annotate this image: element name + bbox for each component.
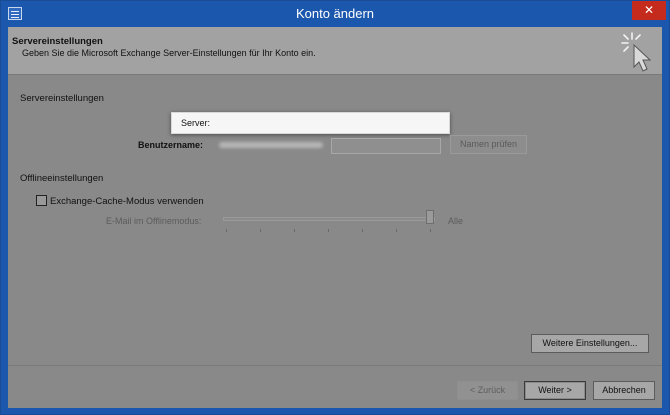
wizard-cursor-sparkle-icon: [621, 32, 652, 72]
slider-tick: [396, 229, 397, 232]
more-settings-button[interactable]: Weitere Einstellungen...: [531, 334, 649, 353]
slider-tick: [260, 229, 261, 232]
window-title: Konto ändern: [295, 6, 375, 21]
slider-thumb[interactable]: [426, 210, 434, 224]
check-names-button[interactable]: Namen prüfen: [450, 135, 527, 154]
close-button[interactable]: ✕: [632, 1, 666, 20]
slider-tick: [294, 229, 295, 232]
server-label: Server:: [181, 118, 211, 128]
title-bar[interactable]: Konto ändern ✕: [1, 1, 669, 27]
header-title: Servereinstellungen: [12, 36, 103, 47]
next-button[interactable]: Weiter >: [524, 381, 586, 400]
dialog-window: Konto ändern ✕ Servereinstellungen Geben…: [0, 0, 670, 415]
wizard-header: Servereinstellungen Geben Sie die Micros…: [8, 27, 662, 75]
username-label: Benutzername:: [138, 140, 204, 150]
slider-tick: [362, 229, 363, 232]
back-button[interactable]: < Zurück: [457, 381, 518, 400]
slider-tick: [430, 229, 431, 232]
cancel-button[interactable]: Abbrechen: [593, 381, 655, 400]
footer-divider: [8, 365, 662, 366]
offline-settings-heading: Offlineeinstellungen: [20, 173, 104, 184]
server-field-popup[interactable]: Server:: [171, 112, 450, 134]
cache-mode-label[interactable]: Exchange-Cache-Modus verwenden: [50, 196, 204, 207]
username-input[interactable]: [331, 138, 441, 154]
offline-mail-slider[interactable]: [223, 217, 435, 221]
header-subtitle: Geben Sie die Microsoft Exchange Server-…: [22, 48, 316, 58]
dialog-client-area: Servereinstellungen Geben Sie die Micros…: [8, 27, 662, 408]
slider-tick: [328, 229, 329, 232]
offline-mail-label: E-Mail im Offlinemodus:: [106, 216, 202, 226]
slider-value-label: Alle: [448, 216, 464, 226]
slider-tick: [226, 229, 227, 232]
redacted-username: [219, 142, 323, 148]
server-settings-heading: Servereinstellungen: [20, 93, 104, 104]
cache-mode-checkbox[interactable]: [36, 195, 47, 206]
username-field[interactable]: [216, 138, 330, 152]
